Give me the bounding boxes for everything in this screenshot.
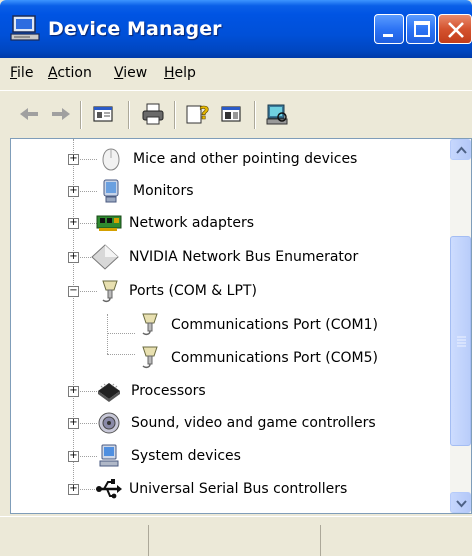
speaker-icon — [98, 412, 120, 434]
monitor-icon — [103, 179, 119, 203]
grip-icon — [457, 336, 466, 347]
close-icon — [448, 22, 464, 38]
print-icon[interactable] — [140, 101, 166, 127]
back-arrow-icon[interactable] — [16, 101, 42, 127]
tree-item-label: Ports (COM & LPT) — [129, 283, 257, 299]
tree-item-network-adapters[interactable]: + Network adapters — [11, 207, 451, 240]
tree-item-label: Processors — [131, 383, 206, 399]
toolbar-separator — [174, 101, 176, 129]
tree-item-system-devices[interactable]: + System devices — [11, 440, 451, 473]
view-icon[interactable] — [218, 101, 244, 127]
menu-view[interactable]: View — [114, 65, 147, 81]
help-icon[interactable]: ? — [184, 101, 210, 127]
menu-help[interactable]: Help — [164, 65, 196, 81]
tree-item-ports[interactable]: − Ports (COM & LPT) — [11, 275, 451, 308]
tree-item-label: Sound, video and game controllers — [131, 415, 376, 431]
title-bar[interactable]: Device Manager — [0, 0, 472, 58]
expand-toggle[interactable]: + — [68, 386, 79, 397]
tree-item-label: Communications Port (COM5) — [171, 350, 378, 366]
scroll-thumb[interactable] — [450, 235, 471, 446]
toolbar-separator — [128, 101, 130, 129]
port-icon — [142, 313, 158, 336]
menu-action[interactable]: Action — [48, 65, 92, 81]
forward-arrow-icon[interactable] — [48, 101, 74, 127]
minimize-icon — [383, 34, 393, 37]
tree-item-label: System devices — [131, 448, 241, 464]
tree-item-com5[interactable]: Communications Port (COM5) — [11, 342, 451, 375]
tree-item-label: NVIDIA Network Bus Enumerator — [129, 249, 359, 265]
tree-item-monitors[interactable]: + Monitors — [11, 175, 451, 208]
minimize-button[interactable] — [374, 14, 404, 44]
expand-toggle[interactable]: + — [68, 252, 79, 263]
tree-item-nvidia-bus[interactable]: + NVIDIA Network Bus Enumerator — [11, 241, 451, 274]
status-pane — [320, 525, 321, 556]
tree-item-usb[interactable]: + Universal Serial Bus controllers — [11, 473, 451, 506]
tree-item-sound[interactable]: + Sound, video and game controllers — [11, 407, 451, 440]
toolbar-separator — [254, 101, 256, 129]
collapse-toggle[interactable]: − — [68, 286, 79, 297]
toolbar-separator — [80, 101, 82, 129]
scan-hardware-icon[interactable] — [264, 101, 290, 127]
computer-icon — [99, 444, 119, 467]
expand-toggle[interactable]: + — [68, 186, 79, 197]
tree-item-processors[interactable]: + Processors — [11, 375, 451, 408]
chevron-up-icon — [456, 146, 467, 154]
tree-item-mice[interactable]: + Mice and other pointing devices — [11, 143, 451, 176]
tree-item-com1[interactable]: Communications Port (COM1) — [11, 309, 451, 342]
tree-guide-line — [107, 333, 135, 334]
expand-toggle[interactable]: + — [68, 451, 79, 462]
device-tree[interactable]: + Mice and other pointing devices + Moni… — [10, 138, 472, 514]
svg-text:?: ? — [199, 103, 209, 124]
tree-item-label: Universal Serial Bus controllers — [129, 481, 348, 497]
chevron-down-icon — [456, 500, 467, 508]
menu-file[interactable]: File — [10, 65, 33, 81]
port-icon — [102, 280, 118, 303]
maximize-icon — [414, 21, 430, 37]
expand-toggle[interactable]: + — [68, 218, 79, 229]
scroll-up-button[interactable] — [450, 139, 471, 160]
properties-icon[interactable] — [90, 101, 116, 127]
tree-item-label: Network adapters — [129, 215, 254, 231]
status-pane — [148, 525, 149, 556]
usb-icon — [96, 479, 122, 499]
diamond-device-icon — [91, 244, 119, 270]
window-title: Device Manager — [48, 18, 222, 40]
network-card-icon — [96, 215, 122, 231]
processor-icon — [98, 383, 120, 402]
tree-item-label: Monitors — [133, 183, 194, 199]
expand-toggle[interactable]: + — [68, 154, 79, 165]
mouse-icon — [102, 148, 120, 171]
maximize-button[interactable] — [406, 14, 436, 44]
tree-item-label: Mice and other pointing devices — [133, 151, 358, 167]
menu-bar: File Action View Help — [0, 58, 472, 90]
scroll-down-button[interactable] — [450, 492, 471, 513]
expand-toggle[interactable]: + — [68, 418, 79, 429]
vertical-scrollbar[interactable] — [450, 139, 471, 513]
port-icon — [142, 346, 158, 369]
computer-icon — [10, 15, 40, 41]
expand-toggle[interactable]: + — [68, 484, 79, 495]
toolbar: ? — [0, 90, 472, 138]
tree-item-label: Communications Port (COM1) — [171, 317, 378, 333]
status-bar — [0, 516, 472, 556]
tree-guide-line — [107, 354, 135, 355]
close-button[interactable] — [438, 14, 472, 44]
